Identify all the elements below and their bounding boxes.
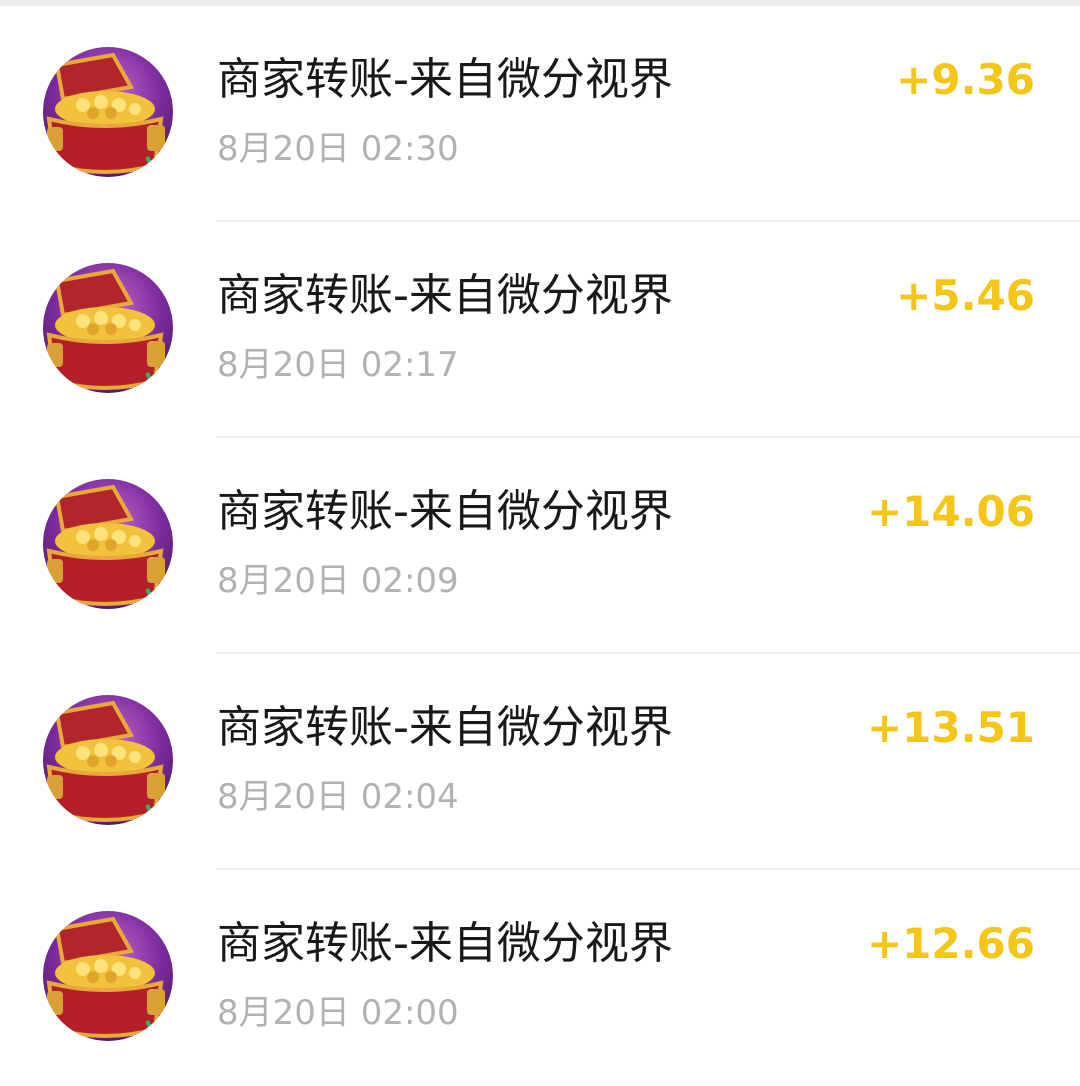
transaction-title: 商家转账-来自微分视界	[217, 54, 673, 105]
transaction-time: 8月20日 02:04	[217, 777, 459, 817]
transaction-title: 商家转账-来自微分视界	[217, 702, 673, 753]
transaction-title: 商家转账-来自微分视界	[217, 918, 673, 969]
transaction-title: 商家转账-来自微分视界	[217, 270, 673, 321]
transaction-amount: +14.06	[866, 487, 1035, 536]
treasure-chest-icon	[43, 911, 173, 1041]
transaction-title: 商家转账-来自微分视界	[217, 486, 673, 537]
treasure-chest-icon	[43, 263, 173, 393]
transaction-amount: +5.46	[896, 271, 1035, 320]
transaction-time: 8月20日 02:30	[217, 129, 459, 169]
transaction-amount: +13.51	[866, 703, 1035, 752]
transaction-time: 8月20日 02:09	[217, 561, 459, 601]
treasure-chest-icon	[43, 695, 173, 825]
transaction-list: 商家转账-来自微分视界 8月20日 02:30 +9.36 商家转账-来自微分视…	[0, 6, 1080, 1086]
transaction-amount: +9.36	[896, 55, 1035, 104]
transaction-row[interactable]: 商家转账-来自微分视界 8月20日 02:04 +13.51	[0, 654, 1080, 870]
transaction-row[interactable]: 商家转账-来自微分视界 8月20日 02:30 +9.36	[0, 6, 1080, 222]
transaction-time: 8月20日 02:00	[217, 993, 459, 1033]
transaction-time: 8月20日 02:17	[217, 345, 459, 385]
treasure-chest-icon	[43, 47, 173, 177]
transaction-amount: +12.66	[866, 919, 1035, 968]
transaction-row[interactable]: 商家转账-来自微分视界 8月20日 02:17 +5.46	[0, 222, 1080, 438]
transaction-row[interactable]: 商家转账-来自微分视界 8月20日 02:09 +14.06	[0, 438, 1080, 654]
treasure-chest-icon	[43, 479, 173, 609]
transaction-row[interactable]: 商家转账-来自微分视界 8月20日 02:00 +12.66	[0, 870, 1080, 1086]
